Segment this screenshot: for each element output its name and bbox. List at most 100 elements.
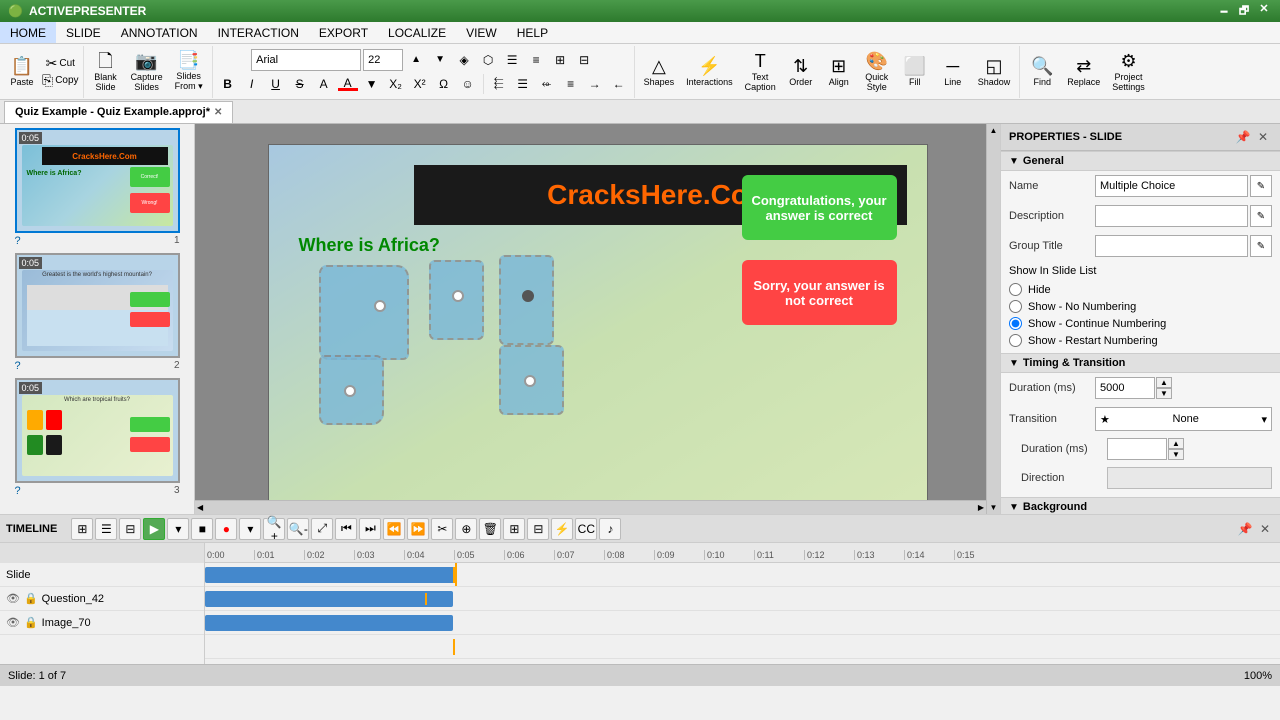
superscript-btn[interactable]: X² xyxy=(409,73,431,95)
text-caption-button[interactable]: T TextCaption xyxy=(740,48,781,96)
italic-button[interactable]: I xyxy=(241,73,263,95)
slides-from-button[interactable]: 📑 SlidesFrom ▾ xyxy=(170,48,208,96)
tl-skip-next-btn[interactable]: ⏩ xyxy=(407,518,429,540)
menu-localize[interactable]: LOCALIZE xyxy=(378,22,456,43)
tl-skip-prev-btn[interactable]: ⏪ xyxy=(383,518,405,540)
tl-view-btn3[interactable]: ⊟ xyxy=(119,518,141,540)
description-edit-btn[interactable]: ✎ xyxy=(1250,205,1272,227)
canvas-scroll[interactable]: CracksHere.Com Where is Africa? xyxy=(195,124,1000,514)
cut-label[interactable]: Cut xyxy=(59,58,75,69)
scroll-right-btn[interactable]: ▶ xyxy=(976,503,986,512)
scroll-up-btn[interactable]: ▲ xyxy=(988,124,1000,137)
hide-radio[interactable] xyxy=(1009,283,1022,296)
transition-duration-input[interactable] xyxy=(1107,438,1167,460)
tl-more-btn1[interactable]: ⊞ xyxy=(503,518,525,540)
subscript-btn[interactable]: X₂ xyxy=(385,73,407,95)
group-title-input[interactable] xyxy=(1095,235,1248,257)
minimize-btn[interactable]: 🗕 xyxy=(1216,2,1232,21)
scroll-left-btn[interactable]: ◀ xyxy=(195,503,205,512)
format-copy-btn[interactable]: ⬡ xyxy=(477,49,499,71)
tl-skip-end-btn[interactable]: ⏭ xyxy=(359,518,381,540)
name-input[interactable] xyxy=(1095,175,1248,197)
tl-lock-icon-q42[interactable]: 🔒 xyxy=(24,592,38,605)
bold-button[interactable]: B xyxy=(217,73,239,95)
font-size-input[interactable] xyxy=(363,49,403,71)
tl-delete-btn[interactable]: 🗑 xyxy=(479,518,501,540)
shadow-button[interactable]: ◱ Shadow xyxy=(973,48,1016,96)
slide-thumb-2[interactable]: 0:05 Greatest is the world's highest mou… xyxy=(4,253,190,372)
name-edit-btn[interactable]: ✎ xyxy=(1250,175,1272,197)
align-justify-btn[interactable]: ≡ xyxy=(560,73,582,95)
duration-input[interactable] xyxy=(1095,377,1155,399)
tl-subtitle-btn[interactable]: CC xyxy=(575,518,597,540)
maximize-btn[interactable]: 🗗 xyxy=(1236,2,1252,21)
menu-home[interactable]: HOME xyxy=(0,22,56,43)
close-btn[interactable]: ✕ xyxy=(1256,2,1272,21)
tl-fit-btn[interactable]: ⤢ xyxy=(311,518,333,540)
emoji-btn[interactable]: ☺ xyxy=(457,73,479,95)
increase-font-btn[interactable]: ▲ xyxy=(405,49,427,71)
panel-close-btn[interactable]: ✕ xyxy=(1254,128,1272,146)
tl-lock-icon-i70[interactable]: 🔒 xyxy=(24,616,38,629)
transition-duration-down-btn[interactable]: ▼ xyxy=(1168,449,1184,460)
tl-play-btn[interactable]: ▶ xyxy=(143,518,165,540)
indent-less-btn[interactable]: ← xyxy=(608,73,630,95)
tl-merge-btn[interactable]: ⊕ xyxy=(455,518,477,540)
slide-thumb-3[interactable]: 0:05 Which are tropical fruits? xyxy=(4,378,190,497)
menu-view[interactable]: VIEW xyxy=(456,22,507,43)
align-center-btn[interactable]: ☰ xyxy=(512,73,534,95)
tl-view-btn1[interactable]: ⊞ xyxy=(71,518,93,540)
list-btn1[interactable]: ☰ xyxy=(501,49,523,71)
tl-more-btn2[interactable]: ⊟ xyxy=(527,518,549,540)
radio-europe[interactable] xyxy=(452,290,464,302)
radio-africa[interactable] xyxy=(374,300,386,312)
show-restart-radio[interactable] xyxy=(1009,334,1022,347)
align-button[interactable]: ⊞ Align xyxy=(821,48,857,96)
transition-duration-up-btn[interactable]: ▲ xyxy=(1168,438,1184,449)
list-btn4[interactable]: ⊟ xyxy=(573,49,595,71)
font-color-btn[interactable]: A xyxy=(337,73,359,95)
duration-up-btn[interactable]: ▲ xyxy=(1156,377,1172,388)
slide-thumb-1[interactable]: 0:05 CracksHere.Com Where is Africa? Cor… xyxy=(4,128,190,247)
blank-slide-button[interactable]: 🗋 BlankSlide xyxy=(88,48,124,96)
special-char-btn[interactable]: Ω xyxy=(433,73,455,95)
tl-zoom-in-btn[interactable]: 🔍+ xyxy=(263,518,285,540)
tl-eye-icon-i70[interactable]: 👁 xyxy=(6,616,20,629)
indent-more-btn[interactable]: → xyxy=(584,73,606,95)
shadow-text-btn[interactable]: A xyxy=(313,73,335,95)
tl-rec-dropdown[interactable]: ▾ xyxy=(239,518,261,540)
description-input[interactable] xyxy=(1095,205,1248,227)
tl-play-dropdown[interactable]: ▾ xyxy=(167,518,189,540)
copy-label[interactable]: Copy xyxy=(55,75,78,86)
list-btn3[interactable]: ⊞ xyxy=(549,49,571,71)
tl-stop-btn[interactable]: ■ xyxy=(191,518,213,540)
group-title-edit-btn[interactable]: ✎ xyxy=(1250,235,1272,257)
highlight-btn[interactable]: ▼ xyxy=(361,73,383,95)
background-section-header[interactable]: ▼ Background xyxy=(1001,497,1280,514)
tl-view-btn2[interactable]: ☰ xyxy=(95,518,117,540)
duration-down-btn[interactable]: ▼ xyxy=(1156,388,1172,399)
tl-interact-btn[interactable]: ⚡ xyxy=(551,518,573,540)
find-button[interactable]: 🔍 Find xyxy=(1024,48,1060,96)
list-btn2[interactable]: ≡ xyxy=(525,49,547,71)
clear-format-btn[interactable]: ◈ xyxy=(453,49,475,71)
order-button[interactable]: ⇅ Order xyxy=(783,48,819,96)
align-left-btn[interactable]: ⬱ xyxy=(488,73,510,95)
fill-button[interactable]: ⬜ Fill xyxy=(897,48,933,96)
capture-button[interactable]: 📷 CaptureSlides xyxy=(126,48,168,96)
shapes-button[interactable]: △ Shapes xyxy=(639,48,680,96)
tl-zoom-out-btn[interactable]: 🔍- xyxy=(287,518,309,540)
decrease-font-btn[interactable]: ▼ xyxy=(429,49,451,71)
paste-button[interactable]: 📋 Paste xyxy=(4,48,40,96)
document-tab[interactable]: Quiz Example - Quiz Example.approj* ✕ xyxy=(4,101,233,123)
underline-button[interactable]: U xyxy=(265,73,287,95)
menu-export[interactable]: EXPORT xyxy=(309,22,378,43)
show-no-numbering-radio[interactable] xyxy=(1009,300,1022,313)
panel-pin-btn[interactable]: 📌 xyxy=(1234,128,1252,146)
timeline-pin-btn[interactable]: 📌 xyxy=(1236,520,1254,538)
radio-asia[interactable] xyxy=(522,290,534,302)
menu-slide[interactable]: SLIDE xyxy=(56,22,111,43)
tl-eye-icon-q42[interactable]: 👁 xyxy=(6,592,20,605)
align-right-btn[interactable]: ⬰ xyxy=(536,73,558,95)
strikethrough-btn[interactable]: S xyxy=(289,73,311,95)
